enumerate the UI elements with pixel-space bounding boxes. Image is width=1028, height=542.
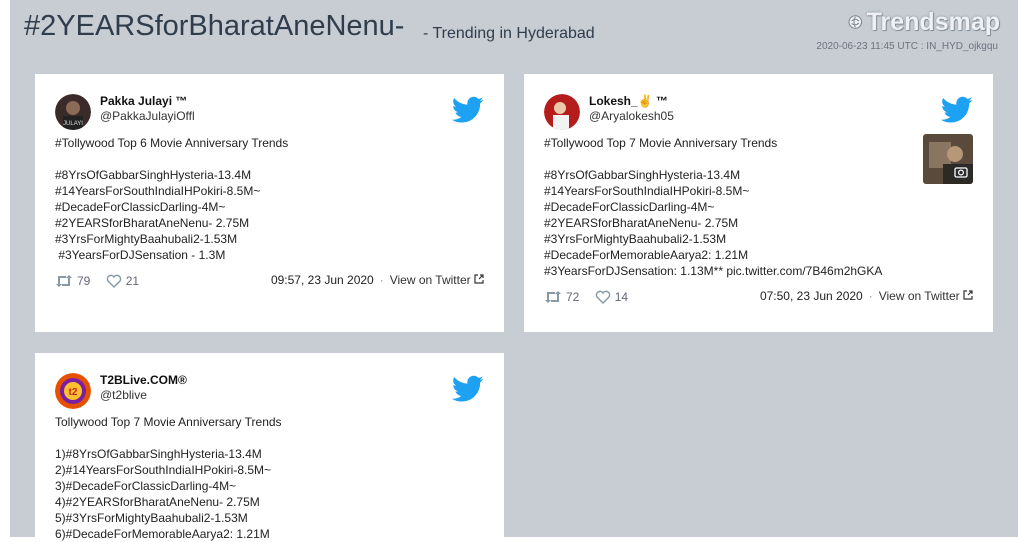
twitter-bird-icon[interactable] <box>452 96 484 124</box>
like-stat[interactable]: 14 <box>595 290 628 304</box>
view-on-twitter-link[interactable]: View on Twitter <box>390 273 471 287</box>
tweet-text: #Tollywood Top 7 Movie Anniversary Trend… <box>544 136 883 278</box>
tweet-footer: 09:57, 23 Jun 2020 · View on Twitter <box>271 273 484 287</box>
like-count: 21 <box>125 274 140 288</box>
tweet-stats: 79 21 <box>55 274 139 291</box>
logo-text: Trendsmap <box>866 7 1000 36</box>
separator: · <box>868 289 873 303</box>
svg-text:JULAYI: JULAYI <box>63 121 83 127</box>
page-subtitle: - Trending in Hyderabad <box>423 25 595 42</box>
user-handle[interactable]: @PakkaJulayiOffl <box>100 109 195 123</box>
tweet-footer: 07:50, 23 Jun 2020 · View on Twitter <box>760 289 973 303</box>
twitter-bird-icon[interactable] <box>452 375 484 403</box>
view-on-twitter-link[interactable]: View on Twitter <box>879 289 960 303</box>
retweet-count: 72 <box>566 290 580 304</box>
user-handle[interactable]: @t2blive <box>100 388 147 402</box>
external-link-icon[interactable] <box>474 274 484 284</box>
user-name[interactable]: T2BLive.COM® <box>100 373 187 387</box>
avatar[interactable]: JULAYI <box>55 94 91 130</box>
like-stat[interactable]: 21 <box>106 274 139 288</box>
heart-icon <box>106 274 121 288</box>
twitter-bird-icon[interactable] <box>941 96 973 124</box>
tweet-stats: 72 14 <box>544 290 628 307</box>
tweet-card: JULAYI Pakka Julayi ™ @PakkaJulayiOffl #… <box>35 74 504 332</box>
like-count: 14 <box>614 290 629 304</box>
avatar[interactable] <box>544 94 580 130</box>
user-name[interactable]: Lokesh_✌ ™ <box>589 94 668 108</box>
retweet-count: 79 <box>77 274 91 288</box>
retweet-icon <box>56 275 72 287</box>
user-handle[interactable]: @Aryalokesh05 <box>589 109 674 123</box>
heart-icon <box>595 290 610 304</box>
tweet-time[interactable]: 09:57, 23 Jun 2020 <box>271 273 374 287</box>
tweet-text: Tollywood Top 7 Movie Anniversary Trends… <box>55 415 282 541</box>
media-thumbnail[interactable] <box>923 134 973 184</box>
external-link-icon[interactable] <box>963 290 973 300</box>
page-title: #2YEARSforBharatAneNenu- <box>24 10 405 42</box>
retweet-icon <box>545 291 561 303</box>
trendsmap-logo[interactable]: Trendsmap <box>848 5 1000 39</box>
tweet-text: #Tollywood Top 6 Movie Anniversary Trend… <box>55 136 289 262</box>
trendsmap-globe-icon <box>848 15 863 29</box>
tweet-card: t2 T2BLive.COM® @t2blive Tollywood Top 7… <box>35 353 504 541</box>
avatar[interactable]: t2 <box>55 373 91 409</box>
retweet-stat[interactable]: 72 <box>544 290 579 304</box>
user-name[interactable]: Pakka Julayi ™ <box>100 94 187 108</box>
retweet-stat[interactable]: 79 <box>55 274 90 288</box>
tweet-card: Lokesh_✌ ™ @Aryalokesh05 #Tollywood Top … <box>524 74 993 332</box>
tweet-time[interactable]: 07:50, 23 Jun 2020 <box>760 289 863 303</box>
svg-text:t2: t2 <box>69 387 78 398</box>
timestamp-id: 2020-06-23 11:45 UTC : IN_HYD_ojkgqu <box>816 41 998 52</box>
separator: · <box>379 273 384 287</box>
